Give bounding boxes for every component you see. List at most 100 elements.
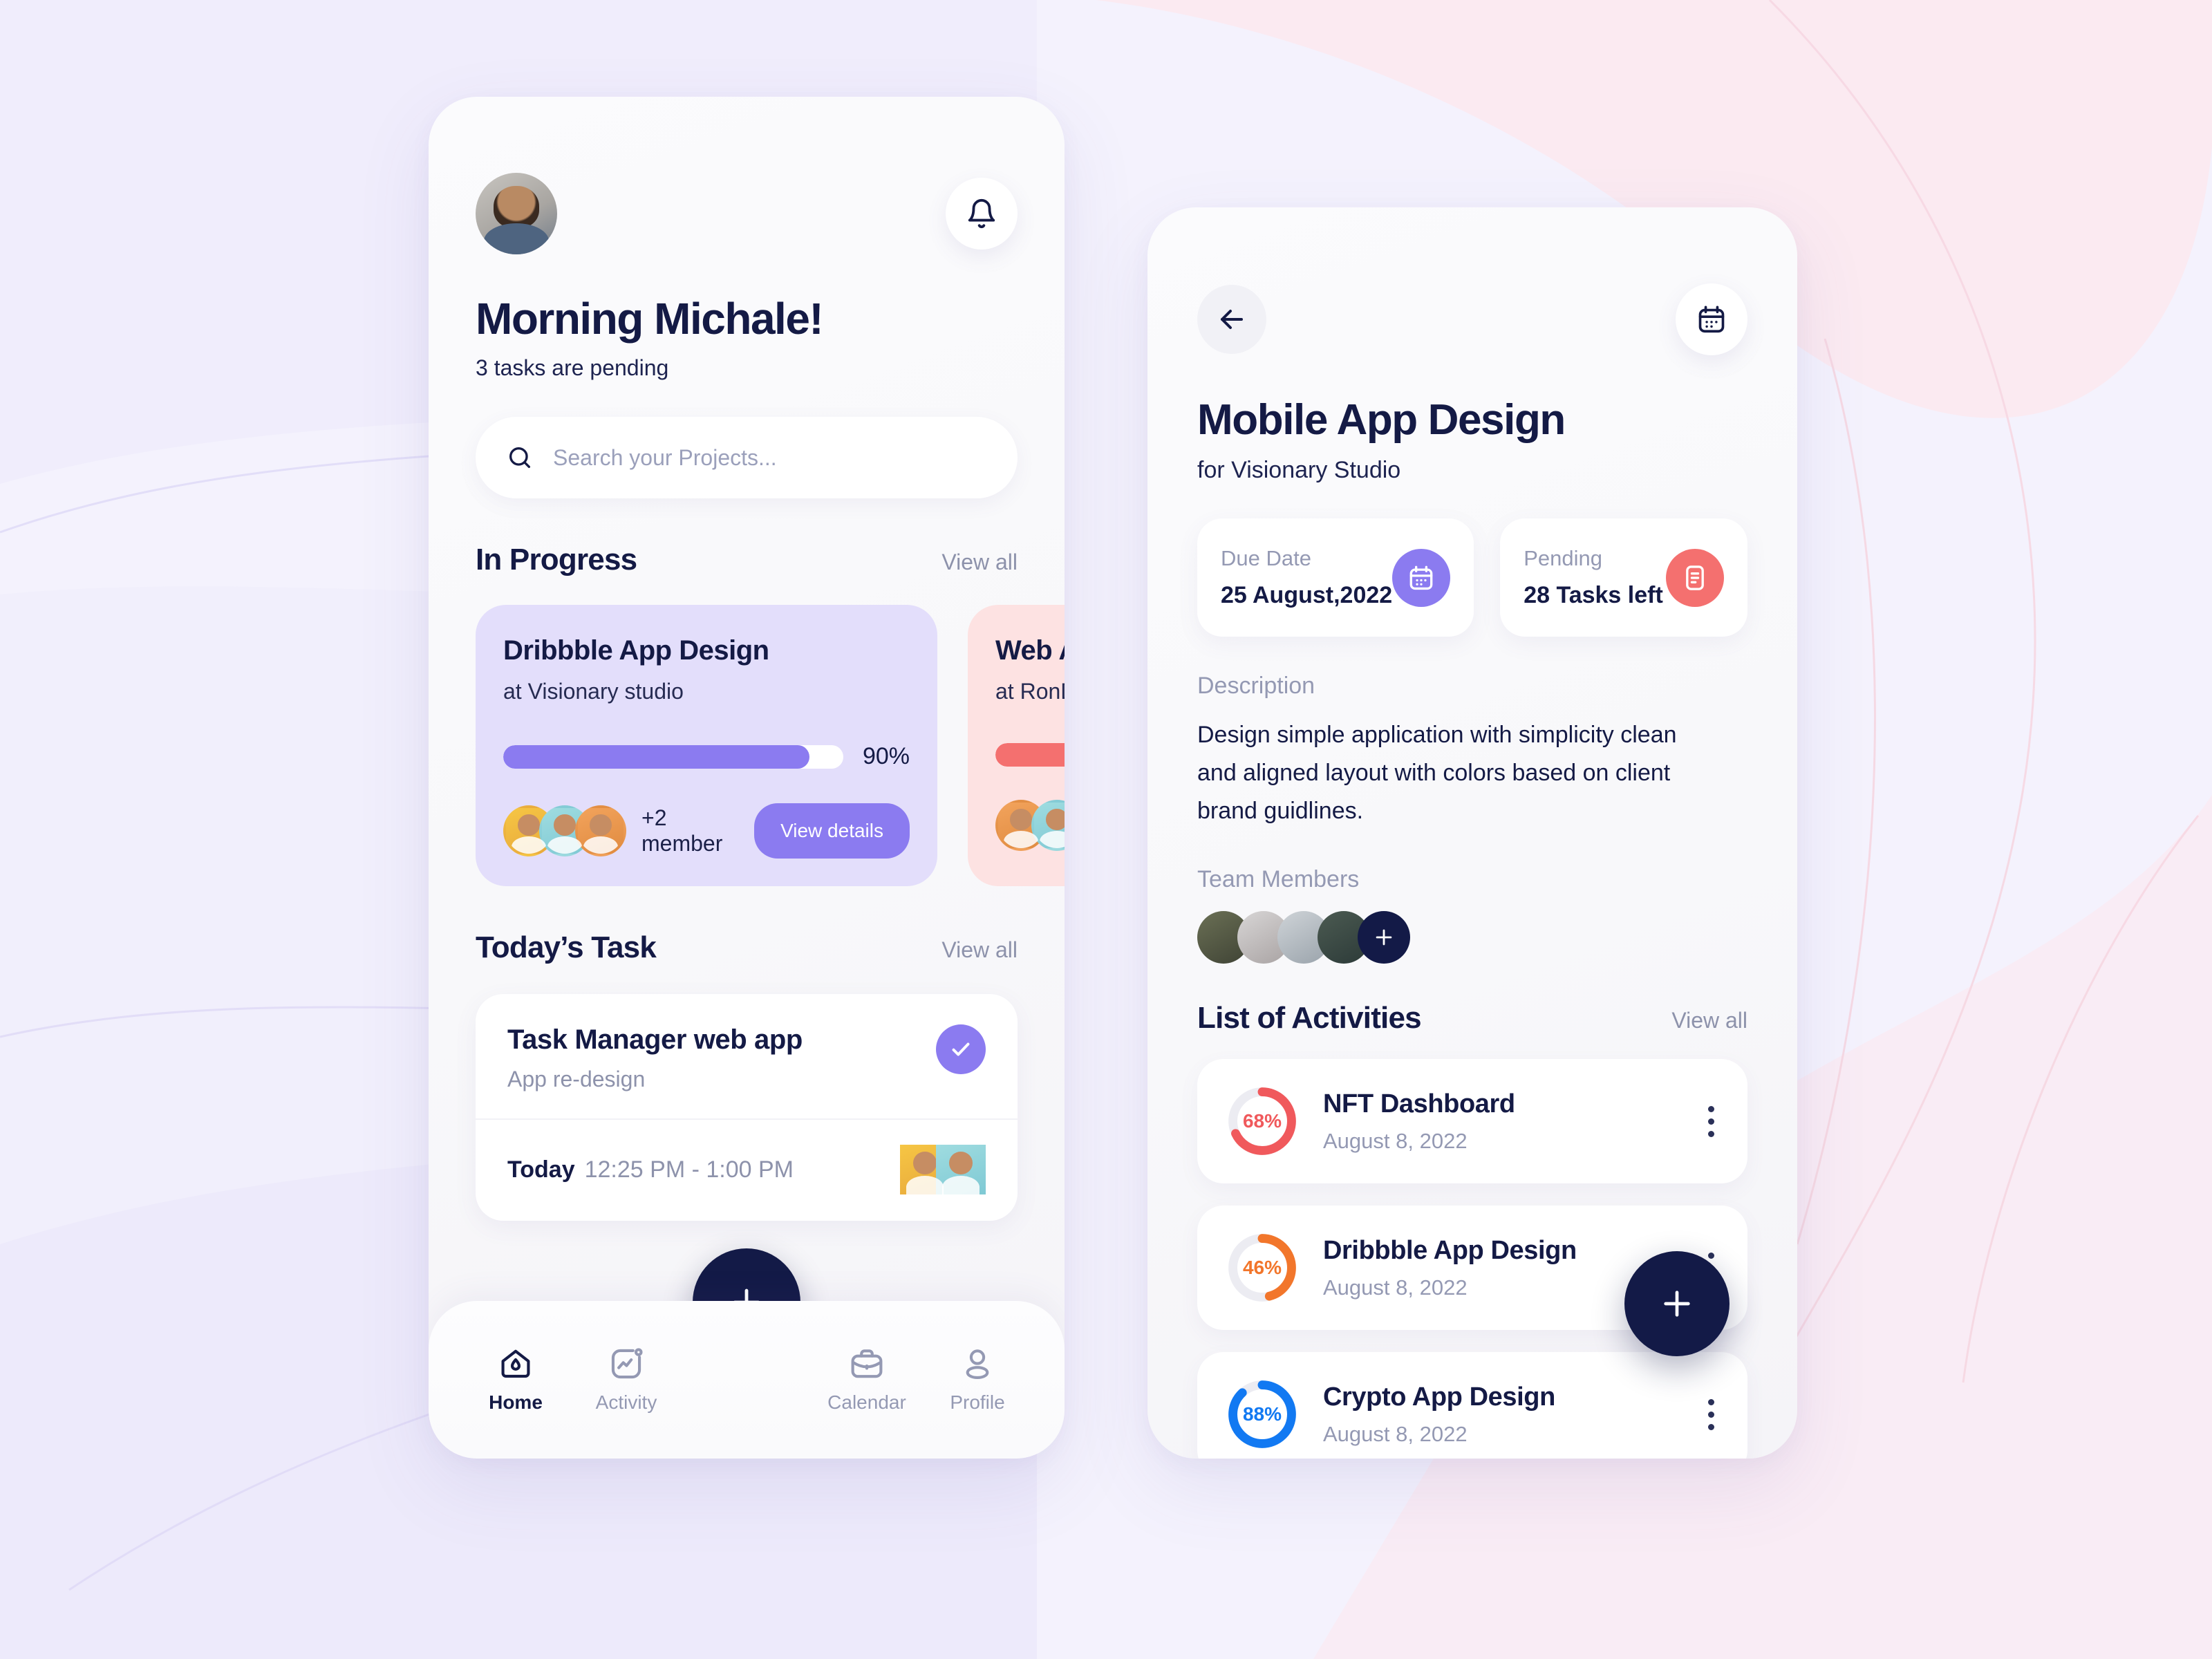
avatar [575, 805, 626, 856]
nav-label: Calendar [827, 1391, 906, 1413]
detail-header [1197, 283, 1747, 355]
task-day: Today [507, 1156, 575, 1183]
page-title: Morning Michale! [476, 294, 824, 344]
project-card[interactable]: Dribbble App Design at Visionary studio … [476, 605, 937, 886]
add-member-button[interactable] [1358, 911, 1410, 964]
due-date-icon-badge [1392, 548, 1451, 607]
task-complete-toggle[interactable] [936, 1024, 986, 1074]
arrow-left-icon [1221, 310, 1243, 329]
task-member-avatars [900, 1145, 986, 1194]
todays-task-header: Today’s Task View all [476, 930, 1018, 965]
task-time-range: 12:25 PM - 1:00 PM [584, 1156, 794, 1183]
progress-percent: 88% [1242, 1403, 1282, 1425]
avatar[interactable] [476, 173, 557, 254]
list-item[interactable]: 88% Crypto App Design August 8, 2022 [1197, 1352, 1747, 1459]
pending-tasks-text: 3 tasks are pending [476, 355, 669, 380]
list-item[interactable]: 68% NFT Dashboard August 8, 2022 [1197, 1059, 1747, 1184]
background-decoration [0, 0, 2212, 1659]
briefcase-icon [851, 1349, 883, 1378]
due-date-card[interactable]: Due Date 25 August,2022 [1197, 518, 1474, 637]
view-all-in-progress[interactable]: View all [941, 550, 1018, 575]
calendar-icon [1698, 306, 1725, 333]
pending-card[interactable]: Pending 28 Tasks left [1500, 518, 1747, 637]
stat-value: 28 Tasks left [1524, 582, 1663, 608]
progress-fill [503, 744, 809, 769]
member-avatars [995, 800, 1065, 851]
team-member-avatars [1197, 911, 1747, 964]
project-client: for Visionary Studio [1197, 457, 1401, 483]
activity-name: Dribbble App Design [1323, 1235, 1577, 1265]
team-members-label: Team Members [1197, 866, 1360, 893]
search-input[interactable]: Search your Projects... [476, 417, 1018, 498]
project-footer [995, 800, 1065, 851]
project-subtitle: at Visionary studio [503, 679, 684, 704]
person-icon [966, 1349, 989, 1379]
plus-icon [1376, 929, 1392, 946]
avatar [936, 1145, 986, 1194]
section-title-todays-task: Today’s Task [476, 930, 657, 964]
task-description: App re-design [507, 1067, 646, 1091]
progress-ring: 46% [1225, 1230, 1300, 1305]
progress-track [503, 744, 843, 769]
task-card[interactable]: Task Manager web app App re-design Today… [476, 994, 1018, 1221]
activity-name: NFT Dashboard [1323, 1089, 1515, 1118]
project-title: Web App Design [995, 635, 1065, 666]
pending-icon-badge [1666, 548, 1724, 607]
nav-item-home[interactable]: Home [460, 1346, 571, 1414]
view-all-activities[interactable]: View all [1671, 1008, 1747, 1033]
nav-item-activity[interactable]: Activity [571, 1346, 682, 1414]
progress-ring: 88% [1225, 1377, 1300, 1452]
progress-percent: 68% [1242, 1110, 1282, 1132]
search-icon [509, 447, 530, 468]
back-button[interactable] [1197, 285, 1266, 354]
check-circle-icon [952, 1042, 970, 1056]
nav-label: Profile [950, 1391, 1005, 1413]
project-title: Dribbble App Design [503, 635, 769, 666]
stat-label: Due Date [1221, 546, 1311, 570]
member-avatars [503, 805, 626, 856]
nav-label: Home [489, 1391, 543, 1413]
task-name: Task Manager web app [507, 1024, 803, 1055]
activity-date: August 8, 2022 [1323, 1275, 1468, 1300]
search-placeholder: Search your Projects... [553, 444, 777, 470]
nav-item-profile[interactable]: Profile [922, 1346, 1033, 1414]
calendar-button[interactable] [1676, 283, 1747, 355]
description-text: Design simple application with simplicit… [1197, 722, 1677, 825]
progress-fill [995, 743, 1065, 767]
view-details-button[interactable]: View details [754, 803, 910, 859]
nav-item-calendar[interactable]: Calendar [812, 1346, 922, 1414]
activity-date: August 8, 2022 [1323, 1421, 1468, 1446]
task-card-top: Task Manager web app App re-design [476, 994, 1018, 1120]
stat-cards: Due Date 25 August,2022 Pending 28 Tasks… [1197, 518, 1747, 637]
progress-ring: 68% [1225, 1084, 1300, 1159]
project-footer: +2 member View details [503, 803, 910, 859]
stat-value: 25 August,2022 [1221, 582, 1393, 608]
task-card-bottom: Today 12:25 PM - 1:00 PM [476, 1120, 1018, 1221]
calendar-icon [1409, 565, 1433, 590]
in-progress-header: In Progress View all [476, 543, 1018, 577]
section-title-in-progress: In Progress [476, 543, 637, 577]
project-card[interactable]: Web App Design at RonDesign [968, 605, 1065, 886]
activity-date: August 8, 2022 [1323, 1128, 1468, 1153]
in-progress-card-list: Dribbble App Design at Visionary studio … [476, 605, 1065, 886]
activity-chart-icon [611, 1348, 643, 1379]
project-progress [995, 743, 1065, 767]
progress-label: 90% [862, 743, 910, 769]
notification-button[interactable] [946, 178, 1018, 250]
more-vertical-icon[interactable] [1708, 1398, 1720, 1430]
project-title: Mobile App Design [1197, 396, 1566, 444]
bottom-navigation: Home Activity Calendar Profile [429, 1301, 1065, 1459]
project-subtitle: at RonDesign [995, 679, 1065, 704]
description-label: Description [1197, 673, 1315, 699]
section-title-activities: List of Activities [1197, 1001, 1422, 1035]
activities-header: List of Activities View all [1197, 1001, 1747, 1035]
project-detail-phone: Mobile App Design for Visionary Studio D… [1147, 207, 1797, 1459]
home-header [476, 173, 1018, 254]
project-progress: 90% [503, 743, 910, 770]
add-activity-fab[interactable] [1624, 1251, 1730, 1356]
stat-label: Pending [1524, 546, 1602, 570]
tasks-list-icon [1686, 565, 1704, 590]
view-all-todays-task[interactable]: View all [941, 937, 1018, 963]
member-count-label: +2 member [641, 805, 723, 856]
more-vertical-icon[interactable] [1708, 1105, 1720, 1137]
